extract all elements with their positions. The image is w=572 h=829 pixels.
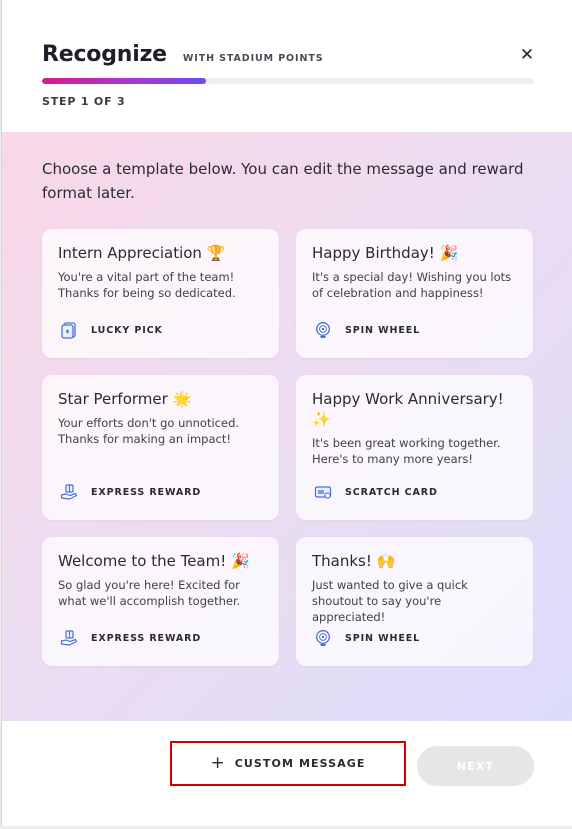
template-card-welcome[interactable]: Welcome to the Team! 🎉 So glad you're he…	[42, 537, 279, 666]
reward-label: SPIN WHEEL	[345, 324, 421, 336]
next-button[interactable]: NEXT	[417, 746, 534, 786]
lucky-pick-icon	[59, 320, 79, 340]
express-reward-icon	[59, 628, 79, 648]
card-title: Welcome to the Team! 🎉	[58, 552, 250, 570]
progress-fill	[42, 78, 206, 84]
card-reward: EXPRESS REWARD	[59, 628, 201, 648]
card-title: Intern Appreciation 🏆	[58, 244, 226, 262]
template-card-happy-birthday[interactable]: Happy Birthday! 🎉 It's a special day! Wi…	[296, 229, 533, 358]
card-description: It's been great working together. Here's…	[312, 436, 501, 466]
card-reward: EXPRESS REWARD	[59, 482, 201, 502]
custom-message-label: CUSTOM MESSAGE	[234, 757, 366, 770]
step-indicator: STEP 1 OF 3	[42, 95, 126, 108]
modal-title: Recognize	[42, 42, 167, 67]
intro-text: Choose a template below. You can edit th…	[42, 160, 524, 202]
reward-label: EXPRESS REWARD	[91, 632, 202, 644]
express-reward-icon	[59, 482, 79, 502]
reward-label: SCRATCH CARD	[345, 486, 438, 498]
recognize-modal: Recognize WITH STADIUM POINTS ✕ STEP 1 O…	[1, 0, 572, 826]
template-card-work-anniversary[interactable]: Happy Work Anniversary! ✨ It's been grea…	[296, 375, 533, 520]
scratch-card-icon	[313, 482, 333, 502]
card-title: Thanks! 🙌	[312, 552, 396, 570]
card-description: You're a vital part of the team! Thanks …	[58, 270, 236, 300]
card-reward: SPIN WHEEL	[313, 320, 420, 340]
modal-subtitle: WITH STADIUM POINTS	[182, 53, 324, 64]
spin-wheel-icon	[313, 628, 333, 648]
close-icon[interactable]: ✕	[516, 44, 538, 66]
title-row: Recognize WITH STADIUM POINTS	[42, 42, 323, 67]
template-card-intern-appreciation[interactable]: Intern Appreciation 🏆 You're a vital par…	[42, 229, 279, 358]
card-description: Just wanted to give a quick shoutout to …	[312, 578, 468, 624]
card-reward: LUCKY PICK	[59, 320, 163, 340]
card-title: Happy Work Anniversary! ✨	[312, 390, 504, 428]
card-reward: SCRATCH CARD	[313, 482, 438, 502]
reward-label: EXPRESS REWARD	[91, 486, 202, 498]
plus-icon: +	[210, 753, 225, 773]
card-title: Star Performer 🌟	[58, 390, 192, 408]
spin-wheel-icon	[313, 320, 333, 340]
template-area: Choose a template below. You can edit th…	[2, 132, 572, 721]
card-description: It's a special day! Wishing you lots of …	[312, 270, 512, 300]
card-title: Happy Birthday! 🎉	[312, 244, 459, 262]
reward-label: LUCKY PICK	[91, 324, 163, 336]
progress-bar	[42, 78, 534, 84]
card-description: Your efforts don't go unnoticed. Thanks …	[58, 416, 240, 446]
card-reward: SPIN WHEEL	[313, 628, 420, 648]
custom-message-button[interactable]: + CUSTOM MESSAGE	[170, 741, 406, 786]
card-description: So glad you're here! Excited for what we…	[58, 578, 241, 608]
template-card-star-performer[interactable]: Star Performer 🌟 Your efforts don't go u…	[42, 375, 279, 520]
template-card-thanks[interactable]: Thanks! 🙌 Just wanted to give a quick sh…	[296, 537, 533, 666]
modal-footer: + CUSTOM MESSAGE NEXT	[2, 721, 572, 826]
modal-header: Recognize WITH STADIUM POINTS ✕ STEP 1 O…	[2, 0, 572, 132]
reward-label: SPIN WHEEL	[345, 632, 421, 644]
